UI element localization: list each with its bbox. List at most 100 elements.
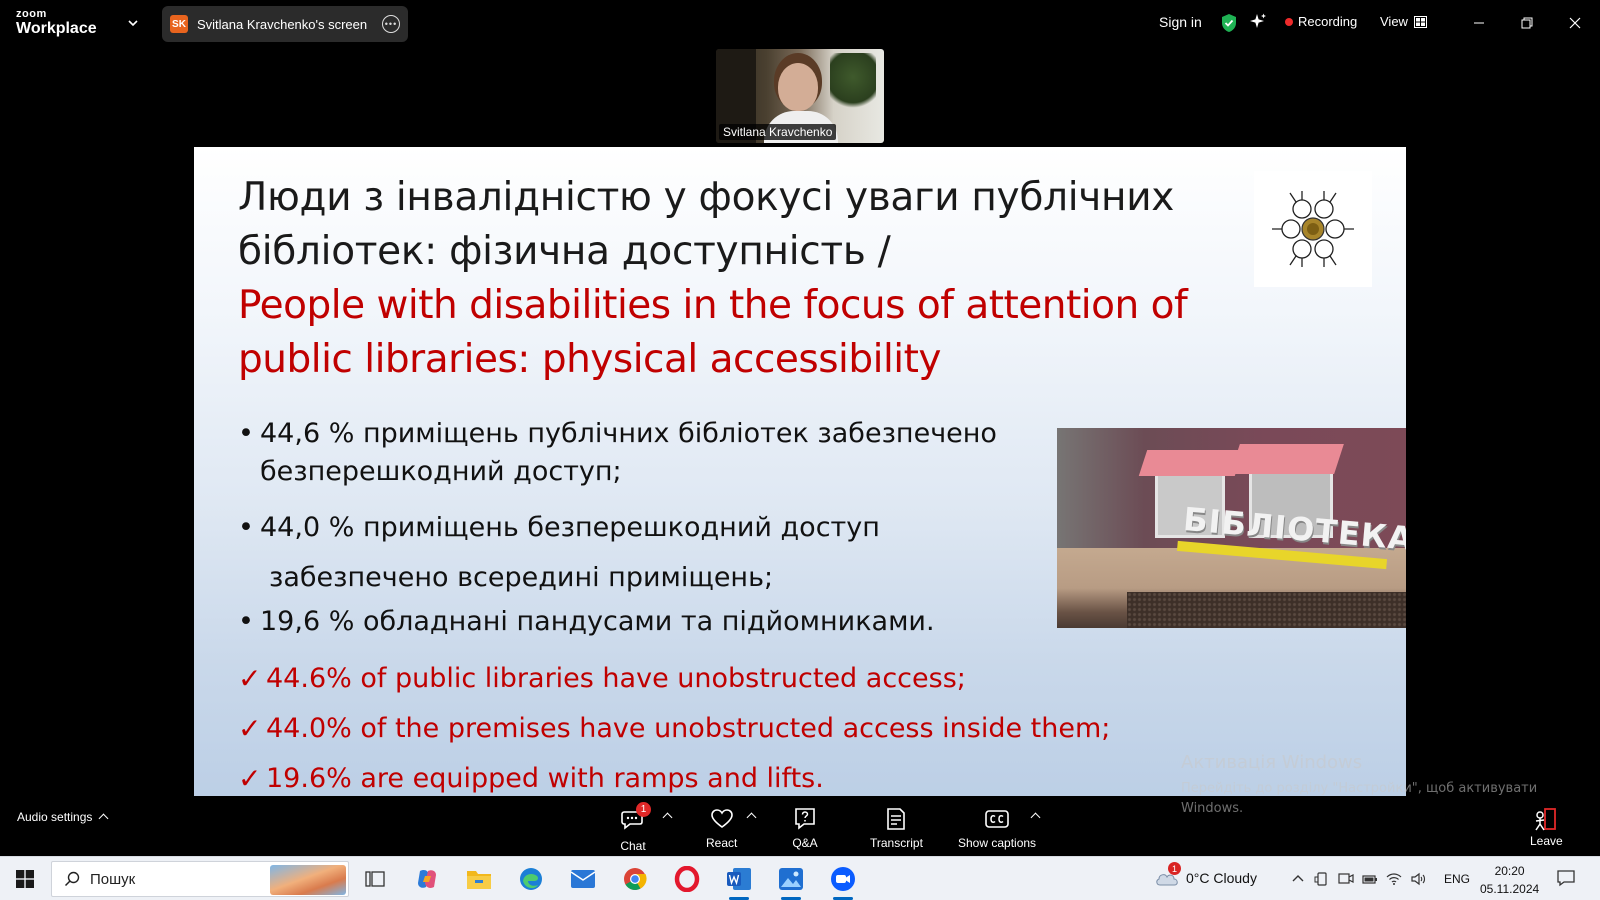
task-view-icon[interactable] <box>360 864 390 894</box>
notification-center-icon[interactable] <box>1556 869 1576 887</box>
view-label: View <box>1380 14 1408 29</box>
minimize-icon[interactable] <box>1468 12 1490 34</box>
chevron-up-icon[interactable] <box>746 812 757 823</box>
logo-workplace-text: Workplace <box>16 20 97 37</box>
weather-text: 0°C Cloudy <box>1186 870 1257 886</box>
chevron-up-icon[interactable] <box>662 812 673 823</box>
windows-taskbar: Пошук 1 0°C Cloudy ENG 20:20 05.11.2024 <box>0 856 1600 900</box>
file-explorer-icon[interactable] <box>464 864 494 894</box>
title-ua-line-2: бібліотек: фізична доступність / <box>238 229 891 274</box>
network-logo <box>1254 171 1372 287</box>
heart-icon <box>710 809 733 828</box>
watermark-title: Активація Windows <box>1181 752 1363 773</box>
bullet-1-line-2: безперешкодний доступ; <box>260 456 622 487</box>
audio-settings-button[interactable]: Audio settings <box>17 810 109 824</box>
ai-companion-sparkle-icon[interactable] <box>1248 12 1268 32</box>
opera-icon[interactable] <box>672 864 702 894</box>
search-highlight-image <box>270 865 346 895</box>
search-placeholder: Пошук <box>90 870 136 888</box>
taskbar-clock[interactable]: 20:20 05.11.2024 <box>1480 862 1539 898</box>
photo-awning <box>1230 444 1344 474</box>
network-hex-icon <box>1272 191 1354 267</box>
checkmark-icon: ✓ <box>238 712 262 745</box>
check-item: ✓ 19.6% are equipped with ramps and lift… <box>238 754 1198 796</box>
chevron-up-icon[interactable] <box>98 813 109 824</box>
activate-windows-watermark: Активація Windows Перейдіть до розділу "… <box>1181 752 1551 819</box>
photos-icon[interactable] <box>776 864 806 900</box>
captions-label: Show captions <box>958 836 1037 850</box>
shield-check-icon[interactable] <box>1220 13 1238 33</box>
zoom-top-bar: zoom Workplace SK Svitlana Kravchenko's … <box>0 0 1600 46</box>
chevron-down-icon[interactable] <box>126 16 140 30</box>
transcript-document-icon <box>887 808 906 830</box>
participant-video-tile[interactable]: Svitlana Kravchenko <box>716 49 884 143</box>
meet-now-icon[interactable] <box>1338 871 1354 887</box>
bullet-1-line-1: 44,6 % приміщень публічних бібліотек заб… <box>260 418 997 449</box>
show-captions-button[interactable]: Show captions <box>958 806 1036 850</box>
chat-label: Chat <box>620 839 646 853</box>
leave-label: Leave <box>1530 834 1563 848</box>
bullet-item: 44,6 % приміщень публічних бібліотек заб… <box>238 415 1058 491</box>
chat-button[interactable]: 1 Chat <box>620 802 651 853</box>
participant-name: Svitlana Kravchenko <box>719 124 837 140</box>
edge-browser-icon[interactable] <box>516 864 546 894</box>
bullet-2-line-2: забезпечено всередині приміщень; <box>269 562 774 593</box>
chrome-icon[interactable] <box>620 864 650 894</box>
copilot-icon[interactable] <box>412 864 442 894</box>
watermark-subtitle: Перейдіть до розділу "Настройки", щоб ак… <box>1181 781 1538 816</box>
check-1-text: 44.6% of public libraries have unobstruc… <box>266 663 966 694</box>
weather-widget[interactable]: 1 0°C Cloudy <box>1154 862 1257 888</box>
check-item: ✓ 44.0% of the premises have unobstructe… <box>238 704 1198 754</box>
bullet-item: 44,0 % приміщень безперешкодний доступ з… <box>238 503 1058 603</box>
title-ua-line-1: Люди з інвалідністю у фокусі уваги публі… <box>238 175 1175 220</box>
word-icon[interactable] <box>724 864 754 900</box>
zoom-workplace-logo[interactable]: zoom Workplace <box>16 9 97 37</box>
photo-awning <box>1138 450 1244 476</box>
recording-dot-icon <box>1285 17 1293 26</box>
sign-in-button[interactable]: Sign in <box>1159 14 1202 30</box>
restore-icon[interactable] <box>1516 12 1538 34</box>
search-icon <box>64 871 80 887</box>
cloudy-weather-icon: 1 <box>1154 862 1181 888</box>
qa-label: Q&A <box>792 836 818 850</box>
device-icon[interactable] <box>1314 871 1330 887</box>
shared-slide: Люди з інвалідністю у фокусі уваги публі… <box>194 147 1406 796</box>
transcript-label: Transcript <box>870 836 923 850</box>
wifi-icon[interactable] <box>1386 871 1402 887</box>
title-en-line-1: People with disabilities in the focus of… <box>238 283 1188 328</box>
zoom-app-icon[interactable] <box>828 864 858 900</box>
view-button[interactable]: View <box>1380 14 1427 29</box>
sharer-avatar: SK <box>170 15 188 33</box>
screen-share-pill[interactable]: SK Svitlana Kravchenko's screen ••• <box>162 6 408 42</box>
qa-button[interactable]: Q&A <box>792 806 818 850</box>
more-options-icon[interactable]: ••• <box>382 15 400 33</box>
logo-zoom-text: zoom <box>16 8 47 20</box>
close-icon[interactable] <box>1564 12 1586 34</box>
transcript-button[interactable]: Transcript <box>870 806 923 850</box>
participant-head <box>778 63 818 111</box>
battery-icon[interactable] <box>1362 871 1378 887</box>
taskbar-search-box[interactable]: Пошук <box>51 861 349 897</box>
clock-date: 05.11.2024 <box>1480 882 1540 896</box>
check-2-text: 44.0% of the premises have unobstructed … <box>266 713 1111 744</box>
input-language-indicator[interactable]: ENG <box>1444 872 1470 886</box>
title-en-line-2: public libraries: physical accessibility <box>238 337 942 382</box>
check-3-text: 19.6% are equipped with ramps and lifts. <box>266 763 824 794</box>
recording-indicator[interactable]: Recording <box>1285 14 1357 29</box>
bullet-3-line-1: 19,6 % обладнані пандусами та підйомника… <box>260 606 935 637</box>
mail-icon[interactable] <box>568 864 598 894</box>
checkmark-icon: ✓ <box>238 762 262 795</box>
slide-title-ukrainian: Люди з інвалідністю у фокусі уваги публі… <box>238 171 1208 279</box>
speaker-icon[interactable] <box>1410 871 1426 887</box>
chevron-up-icon[interactable] <box>1290 871 1306 887</box>
react-label: React <box>706 836 738 850</box>
library-entrance-photo: БІБЛІОТЕКА <box>1057 428 1406 628</box>
check-item: ✓ 44.6% of public libraries have unobstr… <box>238 654 1198 704</box>
bullet-item: 19,6 % обладнані пандусами та підйомника… <box>238 603 1058 641</box>
question-bubble-icon <box>795 808 815 830</box>
windows-start-icon[interactable] <box>16 870 34 888</box>
weather-alert-badge: 1 <box>1168 862 1181 875</box>
react-button[interactable]: React <box>706 806 737 850</box>
recording-label: Recording <box>1298 14 1358 29</box>
share-title: Svitlana Kravchenko's screen <box>197 16 368 32</box>
